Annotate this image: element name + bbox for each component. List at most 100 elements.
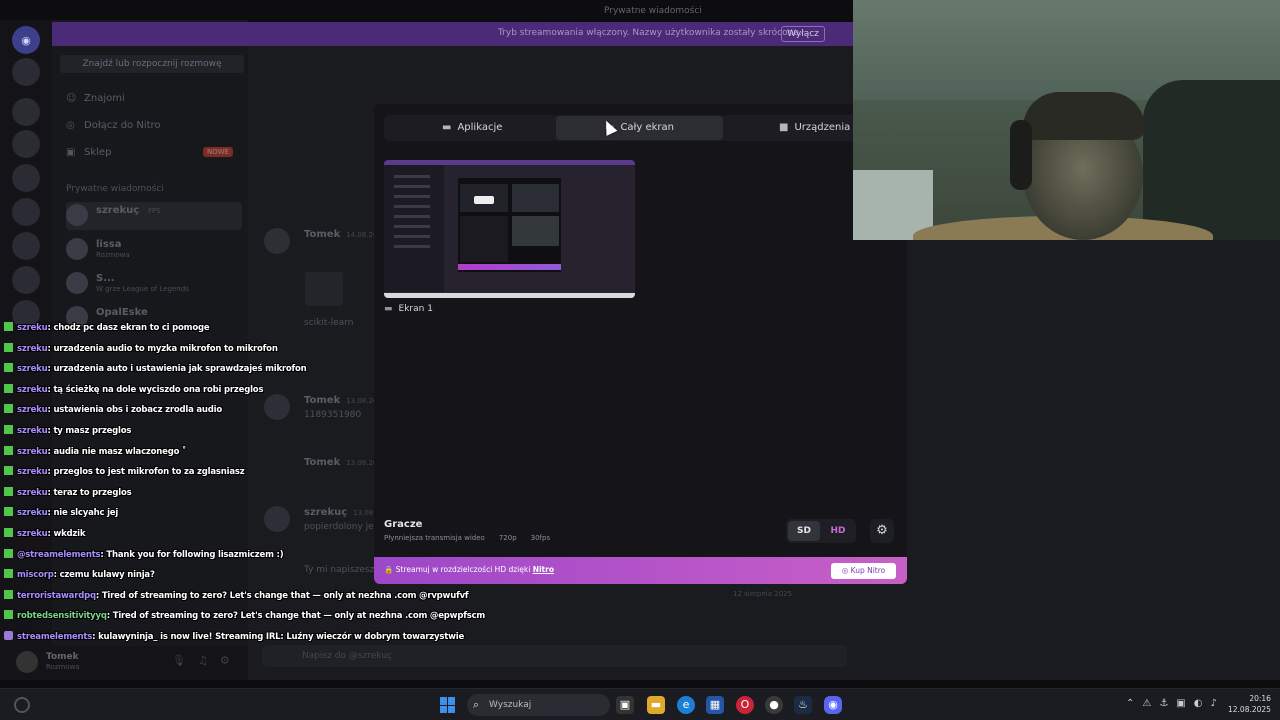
chat-text: wkdzik — [53, 528, 86, 539]
windows-start-icon[interactable] — [440, 697, 456, 713]
kick-badge-icon — [4, 548, 13, 558]
source-tabs: ▬ Aplikacje ▭ Cały ekran ■ Urządzenia — [384, 115, 907, 141]
taskbar-search-input[interactable]: ⌕ Wyszukaj — [467, 694, 610, 716]
chat-username[interactable]: szreku — [17, 426, 48, 436]
chat-message: szreku: teraz to przeglos — [4, 486, 524, 508]
server-icon[interactable] — [12, 164, 40, 192]
chat-message: streamelements: kulawyninja_ is now live… — [4, 630, 524, 652]
opera-icon[interactable]: O — [736, 696, 754, 714]
chat-message: szreku: chodz pc dasz ekran to ci pomoge — [4, 322, 524, 343]
kick-badge-icon — [4, 507, 13, 517]
avatar — [264, 228, 290, 254]
chat-message: szreku: wkdzik — [4, 527, 524, 549]
screen-thumbnail[interactable] — [384, 160, 635, 298]
dm-item[interactable]: szrekuç FPS — [66, 202, 242, 230]
tab-devices[interactable]: ■ Urządzenia — [779, 116, 850, 140]
discord-home-icon[interactable]: ◉ — [12, 26, 40, 54]
nitro-link[interactable]: Nitro — [533, 565, 554, 574]
server-icon[interactable] — [12, 266, 40, 294]
chat-username[interactable]: @streamelements — [17, 550, 101, 560]
chat-text: Thank you for following lisazmiczem :) — [106, 549, 284, 560]
nav-friends[interactable]: ☺ Znajomi — [66, 93, 125, 104]
nav-nitro[interactable]: ◎ Dołącz do Nitro — [66, 120, 161, 131]
avatar — [66, 204, 88, 226]
dm-search-input[interactable]: Znajdź lub rozpocznij rozmowę — [60, 55, 244, 73]
voice-controls[interactable]: 🎙♫⚙ — [172, 654, 242, 667]
shop-icon: ▣ — [66, 147, 76, 158]
edge-icon[interactable]: e — [677, 696, 695, 714]
chat-text: tą ścieżkę na dole wyciszdo ona robi prz… — [53, 384, 264, 395]
window-icon: ▬ — [442, 122, 452, 133]
chat-username[interactable]: miscorp — [17, 570, 54, 580]
chat-text: Tired of streaming to zero? Let's change… — [112, 611, 486, 622]
chat-text: przeglos to jest mikrofon to za zglasnia… — [53, 467, 245, 478]
chat-username[interactable]: szreku — [17, 508, 48, 518]
chat-username[interactable]: szreku — [17, 488, 48, 498]
stream-chat-overlay: szreku: chodz pc dasz ekran to ci pomoge… — [4, 322, 524, 652]
kick-badge-icon — [4, 610, 13, 620]
server-icon[interactable] — [12, 198, 40, 226]
chat-username[interactable]: streamelements — [17, 632, 92, 642]
avatar[interactable] — [16, 651, 38, 673]
chat-username[interactable]: szreku — [17, 529, 48, 539]
chat-message: miscorp: czemu kulawy ninja? — [4, 569, 524, 590]
quality-toggle: SD HD — [786, 519, 856, 543]
chat-username[interactable]: szreku — [17, 405, 48, 415]
task-view-icon[interactable]: ▣ — [616, 696, 634, 714]
kick-badge-icon — [4, 383, 13, 393]
steam-icon[interactable]: ♨ — [794, 696, 812, 714]
avatar — [66, 272, 88, 294]
sd-button[interactable]: SD — [788, 521, 820, 541]
nav-shop[interactable]: ▣ Sklep — [66, 147, 111, 158]
headphones-icon — [1010, 120, 1032, 190]
widgets-icon[interactable] — [14, 697, 30, 713]
chat-username[interactable]: szreku — [17, 364, 48, 374]
kick-badge-icon — [4, 589, 13, 599]
gear-icon[interactable]: ⚙ — [870, 519, 894, 543]
kick-badge-icon — [4, 486, 13, 496]
server-icon[interactable] — [12, 232, 40, 260]
chat-text: audia nie masz wlaczonego ˚ — [53, 446, 187, 457]
server-icon[interactable] — [12, 130, 40, 158]
file-explorer-icon[interactable]: ▬ — [647, 696, 665, 714]
buy-nitro-button[interactable]: ◎ Kup Nitro — [831, 563, 896, 579]
clock[interactable]: 20:16 12.08.2025 — [1228, 693, 1271, 715]
disable-streamer-mode-button[interactable]: Wyłącz — [781, 26, 825, 42]
store-icon[interactable]: ▦ — [706, 696, 724, 714]
server-icon[interactable] — [12, 58, 40, 86]
chat-username[interactable]: szreku — [17, 385, 48, 395]
system-tray[interactable]: ⌃⚠⚓▣◐♪ — [1126, 698, 1225, 709]
chat-username[interactable]: szreku — [17, 344, 48, 354]
kick-badge-icon — [4, 445, 13, 455]
obs-icon[interactable]: ● — [765, 696, 783, 714]
friends-icon: ☺ — [66, 93, 77, 104]
camera-icon: ■ — [779, 122, 789, 133]
file-attachment[interactable] — [305, 272, 343, 306]
server-icon[interactable] — [12, 98, 40, 126]
member-panel — [853, 240, 1280, 680]
chat-message: robtedsensitivityyq: Tired of streaming … — [4, 610, 524, 631]
nitro-icon: ◎ — [841, 566, 851, 575]
chat-username[interactable]: szreku — [17, 323, 48, 333]
chat-message: szreku: tą ścieżkę na dole wyciszdo ona … — [4, 383, 524, 405]
chat-username[interactable]: robtedsensitivityyq — [17, 611, 107, 621]
chat-username[interactable]: terroristawardpq — [17, 591, 96, 601]
streamelements-badge-icon — [4, 630, 13, 640]
chat-username[interactable]: szreku — [17, 467, 48, 477]
chat-message: szreku: ty masz przeglos — [4, 424, 524, 446]
dm-header: Prywatne wiadomości — [66, 184, 164, 194]
chat-text: czemu kulawy ninja? — [59, 570, 155, 581]
kick-badge-icon — [4, 363, 13, 373]
tab-entire-screen[interactable]: ▭ Cały ekran — [556, 116, 723, 140]
kick-badge-icon — [4, 404, 13, 414]
chat-text: kulawyninja_ is now live! Streaming IRL:… — [98, 631, 465, 642]
hd-button[interactable]: HD — [822, 521, 854, 541]
chat-text: nie slcyahc jej — [53, 508, 119, 519]
tab-applications[interactable]: ▬ Aplikacje — [442, 116, 502, 140]
chat-message: terroristawardpq: Tired of streaming to … — [4, 589, 524, 611]
discord-icon[interactable]: ◉ — [824, 696, 842, 714]
dm-item[interactable]: S... W grze League of Legends — [66, 270, 242, 298]
chat-username[interactable]: szreku — [17, 447, 48, 457]
dm-item[interactable]: lissa Rozmowa — [66, 236, 242, 264]
kick-badge-icon — [4, 322, 13, 331]
